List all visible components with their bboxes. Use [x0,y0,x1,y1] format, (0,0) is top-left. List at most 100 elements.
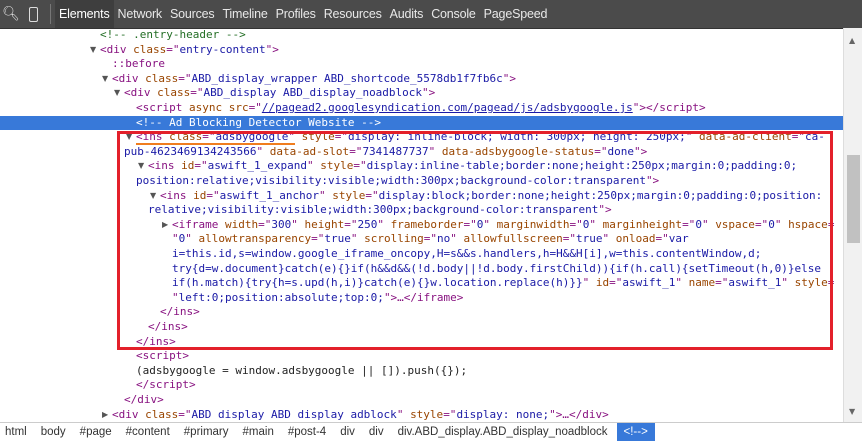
markup-token: =" [311,232,325,246]
dom-node-text: i=this.id,s=window.google_iframe_oncopy,… [172,247,761,262]
dom-node-line[interactable]: try{d=w.document}catch(e){}if(h&&d&&(!d.… [0,262,843,277]
markup-token: " [582,276,596,290]
collapsed-triangle-icon[interactable]: ▶ [102,408,108,422]
dom-node-text: <!-- .entry-header --> [100,28,246,43]
breadcrumb-item[interactable]: <!--> [616,423,655,441]
tab-resources[interactable]: Resources [320,0,386,28]
tab-elements[interactable]: Elements [55,0,114,28]
dom-node-line[interactable]: ▼ <ins id="aswift_1_anchor" style="displa… [0,189,843,204]
markup-token: =" [569,217,583,231]
breadcrumb-item[interactable]: #main [238,423,279,441]
breadcrumb-item[interactable]: #post-4 [283,423,331,441]
markup-token: data-ad-slot [269,144,350,158]
tab-timeline[interactable]: Timeline [218,0,271,28]
breadcrumb-item[interactable]: html [0,423,32,441]
markup-token: display: none; [456,407,550,421]
dom-node-line[interactable]: "left:0;position:absolute;top:0;">…</ifr… [0,291,843,306]
dom-node-line[interactable]: ▼ <div class="entry-content"> [0,43,843,58]
dom-node-line[interactable]: <script async src="//pagead2.googlesyndi… [0,101,843,116]
markup-token: style [794,276,828,290]
dom-node-line[interactable]: </script> [0,378,843,393]
tab-audits[interactable]: Audits [386,0,428,28]
markup-token: =" [248,101,262,114]
expand-triangle-icon[interactable]: ▼ [90,43,96,58]
markup-token: done [607,144,635,158]
markup-token: =" [463,217,477,231]
markup-token: left:0;position:absolute;top:0; [178,290,384,304]
dom-node-line[interactable]: ▼ <ins id="aswift_1_expand" style="displa… [0,159,843,174]
markup-token: class [145,71,179,85]
expand-triangle-icon[interactable]: ▼ [138,159,144,174]
scroll-up-arrow-icon[interactable]: ▲ [849,36,855,45]
dom-node-text: relative;visibility:visible;width:300px;… [148,203,612,218]
markup-token: =" [754,217,769,231]
breadcrumb-item[interactable]: div [335,423,360,441]
breadcrumb-item[interactable]: #content [121,423,175,441]
markup-token: true [324,232,351,246]
collapsed-triangle-icon[interactable]: ▶ [162,218,168,233]
markup-token: ">…</iframe> [383,290,464,304]
markup-token: no [436,232,451,246]
panel-tabs: Elements Network Sources Timeline Profiles Re… [55,0,551,28]
vertical-scrollbar[interactable]: ▲ ▼ [843,28,862,422]
toolbar-divider [50,4,51,24]
dom-node-line[interactable]: pub-4623469134243566" data-ad-slot="7341… [0,145,843,160]
markup-token: = [827,276,835,290]
breadcrumb-item[interactable]: div.ABD_display.ABD_display_noadblock [393,423,613,441]
dom-node-line[interactable]: i=this.id,s=window.google_iframe_oncopy,… [0,247,843,262]
dom-node-line[interactable]: ▼ <div class="ABD_display ABD_display_noa… [0,86,843,101]
dom-node-line[interactable]: relative;visibility:visible;width:300px;… [0,203,843,218]
markup-token: width [224,217,259,231]
dom-node-line[interactable]: ▼ <div class="ABD_display_wrapper ABD_sho… [0,72,843,87]
expand-triangle-icon[interactable]: ▼ [114,86,120,101]
devtools-toolbar: 🔍︎ Elements Network Sources Timeline Profile… [0,0,862,29]
tab-profiles[interactable]: Profiles [272,0,320,28]
markup-token: ::before [112,57,165,71]
markup-token: aswift_1 [728,276,782,290]
markup-token: " [185,232,199,246]
dom-node-line[interactable]: </ins> [0,320,843,335]
dom-node-line[interactable]: <!-- .entry-header --> [0,28,843,43]
script-src-link[interactable]: //pagead2.googlesyndication.com/pagead/j… [262,101,633,114]
dom-node-line[interactable]: </ins> [0,305,843,320]
markup-token: onload [615,232,656,246]
search-icon[interactable]: 🔍︎ [0,0,22,28]
selected-dom-node[interactable]: <!-- Ad Blocking Detector Website --> [0,115,843,131]
elements-dom-tree: <!-- .entry-header --> ▼ <div class="entry… [0,28,843,422]
breadcrumb-item[interactable]: #primary [179,423,234,441]
dom-node-line[interactable]: </ins> [0,335,843,350]
dom-node-line[interactable]: </div> [0,393,843,408]
dom-node-line[interactable]: "0" allowtransparency="true" scrolling="… [0,232,843,247]
expand-triangle-icon[interactable]: ▼ [126,130,132,145]
markup-token: vspace [715,217,755,231]
markup-token: <div [112,71,146,85]
scroll-down-arrow-icon[interactable]: ▼ [849,407,855,416]
markup-token: </div> [124,393,164,406]
breadcrumb-item[interactable]: #page [75,423,117,441]
markup-token: =" [334,130,348,144]
tab-network[interactable]: Network [114,0,166,28]
expand-triangle-icon[interactable]: ▼ [102,72,108,87]
expand-triangle-icon[interactable]: ▼ [150,189,156,204]
dom-node-line[interactable]: (adsbygoogle = window.adsbygoogle || [])… [0,364,843,379]
dom-node-line[interactable]: ▶ <iframe width="300" height="250" frameb… [0,218,843,233]
breadcrumb-item[interactable]: body [36,423,71,441]
dom-node-text: <ins class="adsbygoogle" style="display:… [136,130,825,146]
markup-token: 0 [768,217,775,231]
dom-node-line[interactable]: ▼ <ins class="adsbygoogle" style="display… [0,130,843,146]
tab-pagespeed[interactable]: PageSpeed [480,0,552,28]
markup-token: =" [349,144,363,158]
dom-node-line[interactable]: ▶ <div class="ABD display ABD display adb… [0,408,843,422]
dom-node-text: <iframe width="300" height="250" framebo… [172,218,834,233]
dom-node-line[interactable]: position:relative;visibility:visible;wid… [0,174,843,189]
tab-console[interactable]: Console [427,0,479,28]
scrollbar-thumb[interactable] [847,155,860,243]
markup-token: " [602,232,616,246]
dom-node-line[interactable]: ::before [0,57,843,72]
dom-node-line[interactable]: if(h.match){try{h=s.upd(h,i)}catch(e){}w… [0,276,843,291]
dom-node-text: </ins> [136,335,176,350]
device-mode-icon[interactable] [22,0,44,28]
dom-node-line[interactable]: <script> [0,349,843,364]
tab-sources[interactable]: Sources [166,0,218,28]
breadcrumb-item[interactable]: div [364,423,389,441]
